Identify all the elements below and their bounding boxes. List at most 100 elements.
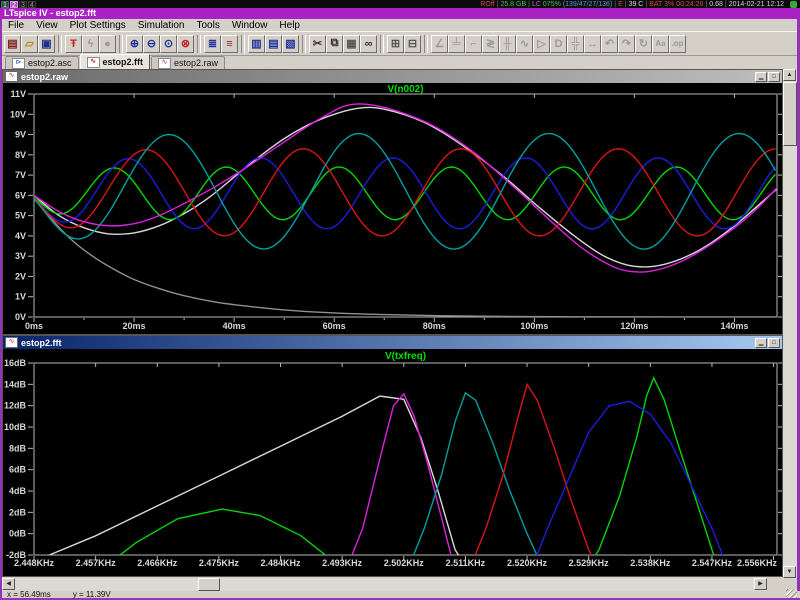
x-tick-label: 2.538KHz	[630, 558, 671, 568]
toolbar-spice-netlist[interactable]: ≣	[204, 35, 221, 53]
waveform-plot-time[interactable]: V(n002)0V1V2V3V4V5V6V7V8V9V10V11V0ms20ms…	[3, 83, 782, 334]
scroll-down-button[interactable]: ▼	[783, 566, 796, 578]
toolbar-paste[interactable]: ▦	[343, 35, 360, 53]
maximize-button[interactable]: □	[768, 72, 780, 82]
toolbar-inductor[interactable]: ∿	[516, 35, 533, 53]
toolbar-halt[interactable]: ●	[99, 35, 116, 53]
wm-status-segment: 39 C	[629, 1, 644, 8]
toolbar-zoom-extents[interactable]: ⊙	[160, 35, 177, 53]
wm-status-segment: (139/47/27/136)	[563, 1, 612, 8]
minimize-button[interactable]: ▁	[755, 72, 767, 82]
trace-magenta	[34, 104, 780, 272]
child-window-title: estop2.fft	[21, 338, 62, 348]
wm-status-segment: |	[497, 1, 499, 8]
systray-icon[interactable]	[790, 1, 797, 8]
toolbar-rotate[interactable]: ↻	[635, 35, 652, 53]
wm-status-segment: |	[614, 1, 616, 8]
toolbar-drag[interactable]: ↔	[584, 35, 601, 53]
wm-status-segment: BAT 3% 00:24:26	[649, 1, 703, 8]
toolbar-text[interactable]: Aa	[652, 35, 669, 53]
toolbar-undo[interactable]: ↶	[601, 35, 618, 53]
tab-estop2.fft[interactable]: ∿estop2.fft	[80, 54, 151, 69]
wm-status-segment: E	[618, 1, 623, 8]
trace-white	[34, 107, 780, 267]
scroll-up-button[interactable]: ▲	[783, 69, 796, 81]
y-tick-label: 10dB	[4, 422, 27, 432]
toolbar-copy[interactable]: ⧉	[326, 35, 343, 53]
tab-estop2.asc[interactable]: ⊳estop2.asc	[5, 56, 79, 69]
toolbar-new-schematic[interactable]: ▤	[4, 35, 21, 53]
workspace-3[interactable]: 3	[19, 1, 27, 8]
wm-status-segment: 2014-02-21 12:12	[729, 1, 784, 8]
y-tick-label: 2dB	[9, 507, 27, 517]
toolbar-cut[interactable]: ✂	[309, 35, 326, 53]
x-tick-label: 2.475KHz	[199, 558, 240, 568]
child-titlebar-estop2-fft[interactable]: ∿ estop2.fft ▁□	[3, 336, 782, 349]
wm-status-segment: |	[528, 1, 530, 8]
wave-icon: ∿	[87, 57, 100, 68]
scroll-right-button[interactable]: ▶	[754, 578, 767, 590]
toolbar-diode[interactable]: ▷	[533, 35, 550, 53]
menu-view[interactable]: View	[30, 20, 64, 31]
toolbar-spice-directive[interactable]: .op	[669, 35, 686, 53]
toolbar-net-label[interactable]: ⌐	[465, 35, 482, 53]
plot-title: V(n002)	[387, 84, 423, 95]
vertical-scrollbar-thumb[interactable]	[783, 82, 797, 146]
toolbar-print[interactable]: ⊟	[404, 35, 421, 53]
toolbar-tile-vertical[interactable]: ▥	[248, 35, 265, 53]
menu-help[interactable]: Help	[273, 20, 306, 31]
toolbar-error-log[interactable]: ≡	[221, 35, 238, 53]
y-tick-label: 2V	[15, 271, 26, 281]
toolbar-capacitor[interactable]: ╫	[499, 35, 516, 53]
tab-estop2.raw[interactable]: ∿estop2.raw	[151, 56, 225, 69]
wm-status-segment: |	[625, 1, 627, 8]
workspace-4[interactable]: 4	[28, 1, 36, 8]
toolbar-zoom-in[interactable]: ⊕	[126, 35, 143, 53]
toolbar-cascade-windows[interactable]: ▧	[282, 35, 299, 53]
toolbar-separator	[58, 35, 62, 53]
toolbar-save[interactable]: ▣	[38, 35, 55, 53]
menu-simulation[interactable]: Simulation	[132, 20, 191, 31]
horizontal-scrollbar-thumb[interactable]	[198, 578, 220, 591]
toolbar-separator	[197, 35, 201, 53]
menu-plot-settings[interactable]: Plot Settings	[64, 20, 132, 31]
workspace-2[interactable]: 2	[10, 1, 18, 8]
wm-status-segment: 0.68	[709, 1, 723, 8]
plot-svg: V(txfreq)-2dB0dB2dB4dB6dB8dB10dB12dB14dB…	[3, 349, 782, 576]
waveform-plot-fft[interactable]: V(txfreq)-2dB0dB2dB4dB6dB8dB10dB12dB14dB…	[3, 349, 782, 576]
x-tick-label: 40ms	[223, 321, 246, 331]
x-tick-label: 80ms	[423, 321, 446, 331]
menu-tools[interactable]: Tools	[190, 20, 225, 31]
toolbar-print-preview[interactable]: ⊞	[387, 35, 404, 53]
vertical-scrollbar[interactable]: ▲ ▼	[783, 69, 797, 578]
wm-status-segment: |	[725, 1, 727, 8]
toolbar-resistor[interactable]: ≷	[482, 35, 499, 53]
workspace-1[interactable]: 1	[1, 1, 9, 8]
toolbar-zoom-undock[interactable]: ⊗	[177, 35, 194, 53]
toolbar-move[interactable]: ╬	[567, 35, 584, 53]
toolbar-run[interactable]: ϟ	[82, 35, 99, 53]
menu-file[interactable]: File	[2, 20, 30, 31]
horizontal-scrollbar[interactable]: ◀ ▶	[2, 578, 767, 591]
cursor-y-readout: y = 11.39V	[73, 591, 111, 599]
toolbar-find[interactable]: ∞	[360, 35, 377, 53]
trace-green	[34, 167, 776, 220]
toolbar-tile-horizontal[interactable]: ▤	[265, 35, 282, 53]
resize-grip[interactable]	[786, 589, 797, 598]
minimize-button[interactable]: ▁	[755, 338, 767, 348]
toolbar-ground[interactable]: ╧	[448, 35, 465, 53]
toolbar-open[interactable]: ▱	[21, 35, 38, 53]
app-titlebar[interactable]: LTspice IV - estop2.fft	[0, 8, 800, 19]
child-titlebar-estop2-raw[interactable]: ∿ estop2.raw ▁□	[3, 70, 782, 83]
toolbar-draw-wire[interactable]: ∠	[431, 35, 448, 53]
y-tick-label: 5V	[15, 211, 26, 221]
maximize-button[interactable]: □	[768, 338, 780, 348]
trace-blue	[531, 401, 730, 571]
toolbar-control-panel[interactable]: Ŧ	[65, 35, 82, 53]
menu-window[interactable]: Window	[226, 20, 274, 31]
y-tick-label: 11V	[10, 89, 26, 99]
toolbar-redo[interactable]: ↷	[618, 35, 635, 53]
toolbar-zoom-out[interactable]: ⊖	[143, 35, 160, 53]
toolbar-component[interactable]: D	[550, 35, 567, 53]
scroll-left-button[interactable]: ◀	[2, 578, 15, 590]
